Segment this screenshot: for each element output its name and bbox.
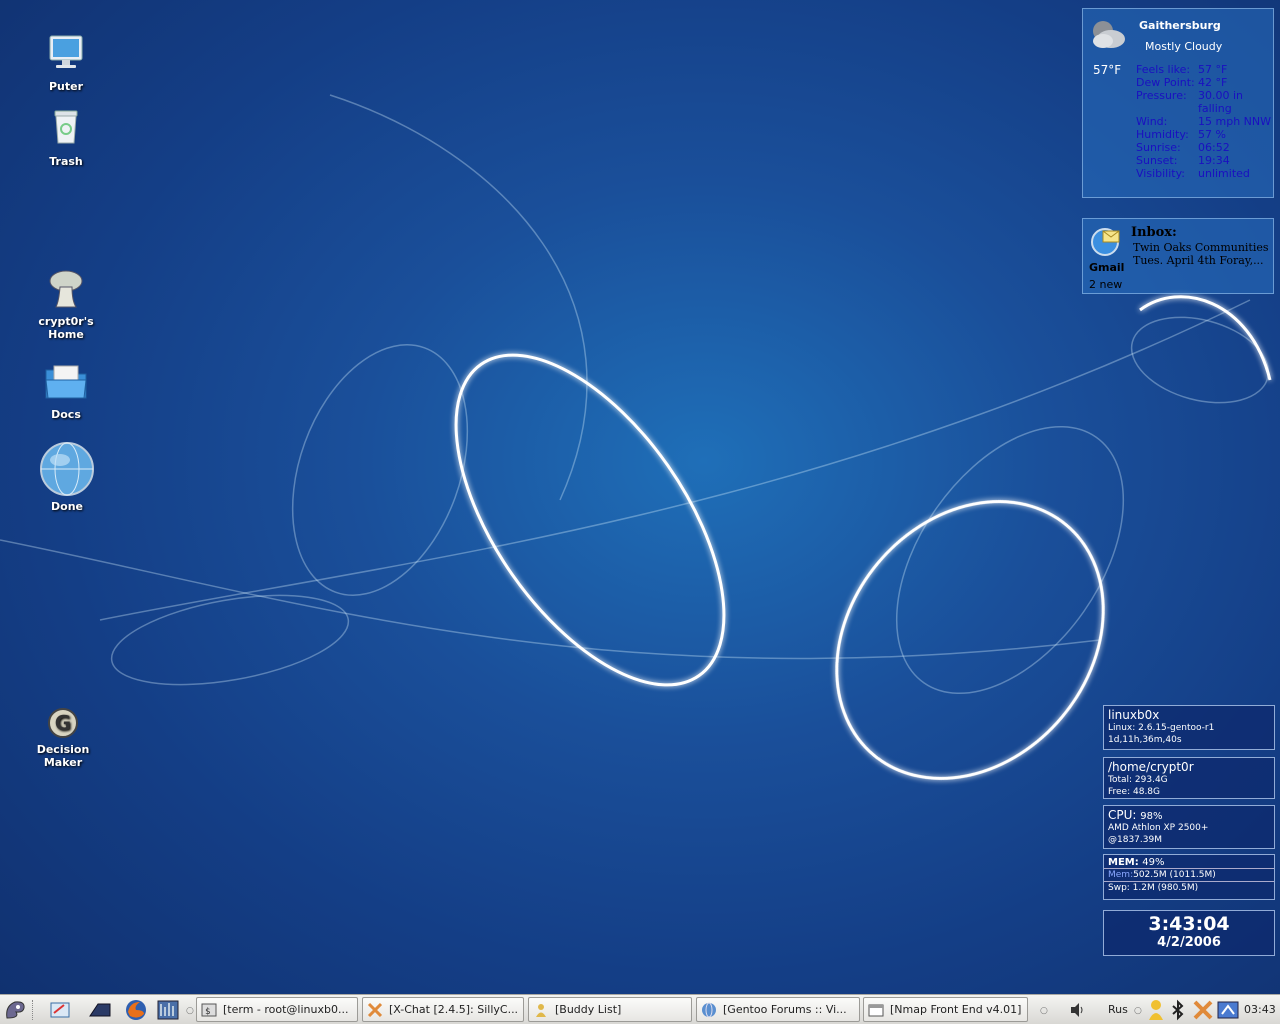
weather-condition: Mostly Cloudy — [1145, 40, 1223, 53]
gmail-icon — [1091, 228, 1120, 256]
firefox-launcher-icon[interactable] — [124, 998, 148, 1022]
gmail-inbox-label: Inbox: — [1131, 225, 1177, 240]
gaim-tray-icon[interactable] — [1146, 998, 1166, 1022]
cpu-usage: 98% — [1140, 811, 1163, 822]
desktop-icon-label: crypt0r's Home — [38, 315, 94, 341]
gmail-message-preview: Twin Oaks Communities Tues. April 4th Fo… — [1133, 241, 1269, 267]
weather-row: Feels like: 57 °F — [1136, 63, 1228, 76]
task-xchat[interactable]: [X-Chat [2.4.5]: SillyC... — [362, 997, 524, 1022]
disk-total: Total: 293.4G — [1108, 775, 1168, 785]
volume-icon[interactable] — [1068, 1000, 1088, 1020]
uptime: 1d,11h,36m,40s — [1108, 735, 1182, 745]
cpu-label: CPU: — [1108, 808, 1137, 822]
weather-row: Dew Point: 42 °F — [1136, 76, 1228, 89]
bluetooth-icon[interactable] — [1170, 998, 1186, 1022]
svg-text:G: G — [55, 711, 71, 735]
gmail-widget[interactable]: Inbox: Twin Oaks Communities Tues. April… — [1082, 218, 1274, 294]
gaim-icon — [536, 1003, 546, 1017]
taskbar-separator — [32, 1000, 35, 1020]
xchat-icon — [367, 1002, 383, 1017]
memory-panel: MEM: 49% Mem:502.5M (1011.5M) Swp: 1.2M … — [1103, 854, 1275, 900]
disk-free: Free: 48.8G — [1108, 787, 1161, 797]
trash-icon — [54, 110, 78, 144]
task-term[interactable]: $ [term - root@linuxb0... — [196, 997, 358, 1022]
mem-label: MEM: — [1108, 857, 1139, 868]
svg-text:$: $ — [205, 1007, 210, 1017]
desktop-icon-label: Docs — [51, 408, 81, 421]
window-icon — [868, 1004, 884, 1016]
desktop-icon-decision-maker[interactable]: G Decision Maker — [23, 705, 103, 769]
gentoo-menu-icon[interactable] — [3, 998, 27, 1022]
desktop-launcher-icon[interactable] — [88, 998, 112, 1022]
mem-usage: 49% — [1142, 857, 1165, 868]
weather-widget: Gaithersburg Mostly Cloudy 57°F Feels li… — [1082, 8, 1274, 198]
task-label: [Gentoo Forums :: Vi... — [723, 1003, 847, 1016]
mem-swap: Swp: 1.2M (980.5M) — [1104, 881, 1274, 894]
gmail-new-count: 2 new — [1089, 278, 1123, 291]
task-nmap[interactable]: [Nmap Front End v4.01] — [863, 997, 1028, 1022]
hostname: linuxb0x — [1108, 708, 1160, 722]
desktop-icon-trash[interactable]: Trash — [26, 105, 106, 168]
gmail-name: Gmail — [1089, 261, 1125, 274]
clock-panel: 3:43:04 4/2/2006 — [1103, 910, 1275, 956]
weather-temperature: 57°F — [1093, 63, 1122, 77]
computer-icon — [49, 35, 83, 68]
network-icon[interactable] — [1216, 998, 1240, 1022]
host-info-panel: linuxb0x Linux: 2.6.15-gentoo-r1 1d,11h,… — [1103, 705, 1275, 750]
xchat-tray-icon[interactable] — [1192, 998, 1214, 1022]
desktop-icon-home[interactable]: crypt0r's Home — [26, 265, 106, 341]
weather-row: Visibility: unlimited — [1136, 167, 1250, 180]
clock-date: 4/2/2006 — [1157, 935, 1221, 950]
cpu-model: AMD Athlon XP 2500+ — [1108, 823, 1209, 833]
task-label: [Nmap Front End v4.01] — [890, 1003, 1022, 1016]
weather-details: Feels like: 57 °F Dew Point: 42 °F Pressur… — [1136, 63, 1276, 180]
tray-expand-icon[interactable]: ○ — [1040, 1006, 1048, 1016]
folder-icon — [45, 365, 87, 399]
cloudy-weather-icon — [1093, 21, 1125, 48]
weather-row: Pressure: 30.00 in falling — [1136, 89, 1244, 115]
cpu-panel: CPU: 98% AMD Athlon XP 2500+ @1837.39M — [1103, 805, 1275, 849]
desktop-icon-label: Puter — [48, 80, 84, 93]
mem-ram-value: 502.5M (1011.5M) — [1133, 870, 1216, 880]
task-label: [X-Chat [2.4.5]: SillyC... — [389, 1003, 519, 1016]
weather-city: Gaithersburg — [1139, 19, 1221, 32]
desktop-icon-label: Decision Maker — [36, 743, 90, 769]
mem-ram-label: Mem: — [1108, 870, 1134, 880]
task-buddy-list[interactable]: [Buddy List] — [528, 997, 692, 1022]
cpu-speed: @1837.39M — [1108, 835, 1162, 845]
task-label: [term - root@linuxb0... — [223, 1003, 349, 1016]
weather-row: Humidity: 57 % — [1136, 128, 1226, 141]
weather-row: Wind: 15 mph NNW — [1136, 115, 1271, 128]
terminal-icon: $ — [201, 1003, 217, 1017]
globe-icon — [40, 442, 94, 496]
disk-mount: /home/crypt0r — [1108, 760, 1194, 774]
keyboard-layout[interactable]: Rus — [1108, 1003, 1128, 1016]
gimp-icon: G — [48, 708, 78, 738]
home-mushroom-icon — [49, 270, 83, 308]
desktop-icon-docs[interactable]: Docs — [26, 358, 106, 421]
task-gentoo-forums[interactable]: [Gentoo Forums :: Vi... — [696, 997, 860, 1022]
launcher-expand-icon[interactable]: ○ — [186, 1006, 194, 1016]
clock-time: 3:43:04 — [1148, 913, 1230, 935]
browser-icon — [702, 1002, 716, 1017]
text-editor-launcher-icon[interactable] — [48, 998, 72, 1022]
desktop-icon-label: Done — [51, 500, 83, 513]
kernel-version: Linux: 2.6.15-gentoo-r1 — [1108, 723, 1215, 733]
desktop-icon-label: Trash — [49, 155, 83, 168]
disk-usage-panel: /home/crypt0r Total: 293.4G Free: 48.8G — [1103, 757, 1275, 799]
desktop-icon-done[interactable]: Done — [27, 440, 107, 513]
taskbar-clock[interactable]: 03:43 — [1244, 1003, 1276, 1016]
desktop-icon-puter[interactable]: Puter — [26, 30, 106, 93]
xmms-launcher-icon[interactable] — [156, 998, 180, 1022]
weather-row: Sunrise: 06:52 — [1136, 141, 1230, 154]
task-label: [Buddy List] — [555, 1003, 622, 1016]
tray-dot-icon: ○ — [1134, 1006, 1142, 1016]
weather-row: Sunset: 19:34 — [1136, 154, 1230, 167]
taskbar: ○ $ [term - root@linuxb0... [X-Chat [2.4… — [0, 994, 1280, 1024]
